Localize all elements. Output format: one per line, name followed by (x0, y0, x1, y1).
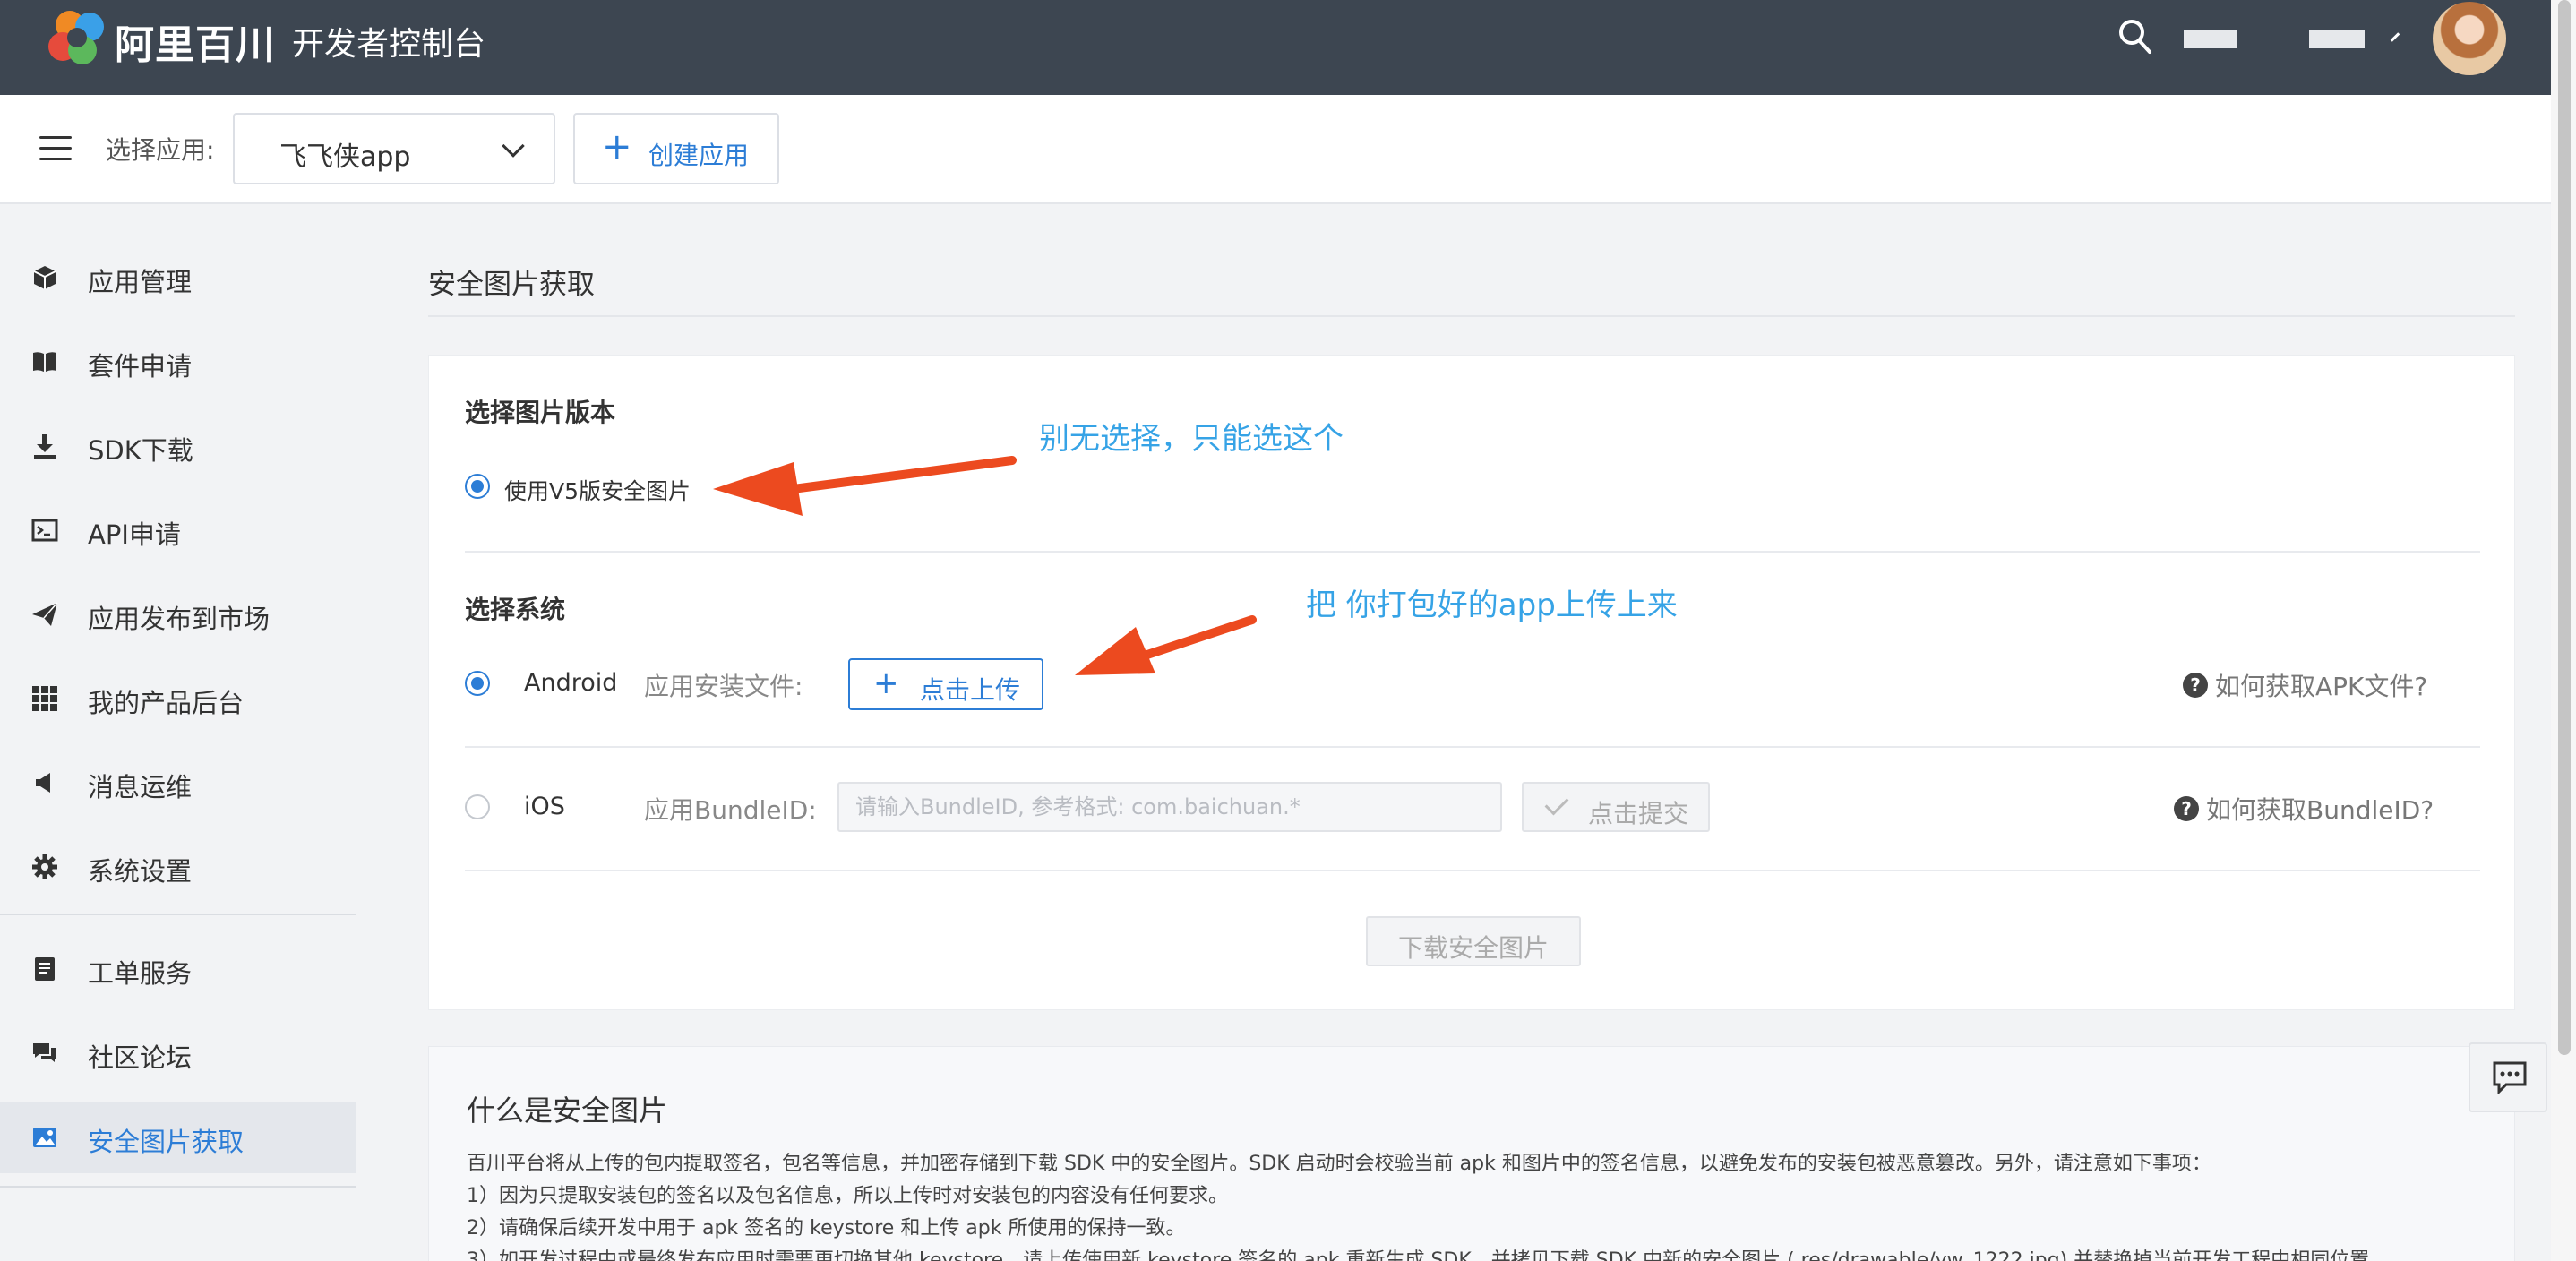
sidebar-item-label: 我的产品后台 (88, 688, 245, 718)
info-intro: 百川平台将从上传的包内提取签名，包名等信息，并加密存储到下载 SDK 中的安全图… (467, 1153, 2211, 1175)
android-file-label: 应用安装文件: (644, 672, 803, 701)
submit-bundle-button[interactable]: 点击提交 (1522, 782, 1710, 832)
sidebar-item-label: 套件申请 (88, 351, 193, 382)
bundle-id-label: 应用BundleID: (644, 795, 817, 825)
page-scrollbar[interactable] (2551, 0, 2576, 1261)
paper-plane-icon (32, 602, 58, 626)
book-icon (33, 352, 56, 372)
apk-help-link[interactable]: ? 如何获取APK文件? (2183, 667, 2427, 703)
chat-bubble-icon (2493, 1061, 2527, 1094)
sidebar-item-label: 社区论坛 (88, 1042, 193, 1073)
upload-apk-button[interactable]: + 点击上传 (848, 658, 1043, 710)
v5-version-label: 使用V5版安全图片 (504, 478, 691, 504)
scrollbar-thumb[interactable] (2558, 0, 2571, 1055)
info-item-3: 3）如开发过程中或最终发布应用时需要更切换其他 keystore，请上传使用新 … (467, 1249, 2370, 1261)
annotation-arrow-2 (1075, 615, 1257, 675)
sidebar-item-sdk-download[interactable]: SDK下载 (0, 410, 356, 482)
apk-help-text: 如何获取APK文件? (2215, 672, 2428, 701)
cube-icon (33, 266, 56, 289)
question-icon: ? (2183, 673, 2208, 698)
feedback-chat-button[interactable] (2469, 1042, 2547, 1112)
annotation-arrow-1 (713, 456, 1017, 516)
grid-icon (32, 686, 57, 711)
sidebar-item-app-management[interactable]: 应用管理 (0, 242, 356, 313)
sidebar-item-label: 系统设置 (88, 856, 193, 887)
bundle-id-input[interactable] (837, 782, 1502, 832)
search-icon[interactable] (2117, 16, 2153, 56)
document-icon (35, 957, 55, 981)
gear-icon (32, 854, 57, 879)
check-icon (1544, 791, 1569, 816)
bundle-help-text: 如何获取BundleID? (2206, 795, 2434, 825)
image-icon (33, 1128, 56, 1147)
user-name-redacted (2184, 30, 2237, 48)
info-item-1: 1）因为只提取安装包的签名以及包名信息，所以上传时对安装包的内容没有任何要求。 (467, 1185, 1228, 1207)
title-divider (428, 315, 2515, 317)
android-label: Android (524, 669, 618, 697)
chat-icon (33, 1043, 56, 1062)
selected-app-value: 飞飞侠app (279, 142, 411, 173)
sidebar-item-security-image[interactable]: 安全图片获取 (0, 1102, 356, 1173)
baichuan-logo (48, 11, 104, 64)
annotation-note-1: 别无选择，只能选这个 (1039, 421, 1344, 457)
sidebar-item-community-forum[interactable]: 社区论坛 (0, 1017, 356, 1089)
sidebar-item-label: 应用管理 (88, 267, 193, 297)
app-select-label: 选择应用: (106, 135, 215, 165)
sidebar-item-ticket-service[interactable]: 工单服务 (0, 933, 356, 1005)
create-app-button[interactable]: + 创建应用 (573, 113, 779, 184)
info-card: 什么是安全图片 百川平台将从上传的包内提取签名，包名等信息，并加密存储到下载 S… (428, 1046, 2515, 1261)
bundle-help-link[interactable]: ? 如何获取BundleID? (2174, 791, 2434, 827)
row-divider (465, 870, 2480, 871)
terminal-icon (31, 519, 58, 542)
megaphone-icon (36, 773, 50, 793)
ios-label: iOS (524, 793, 565, 820)
edit-icon[interactable] (2390, 32, 2400, 42)
create-app-label: 创建应用 (648, 141, 750, 170)
sidebar-item-label: 安全图片获取 (88, 1127, 245, 1157)
sidebar-item-system-settings[interactable]: 系统设置 (0, 831, 356, 903)
plus-icon: + (602, 126, 632, 167)
console-title: 开发者控制台 (292, 26, 486, 63)
version-section-title: 选择图片版本 (465, 398, 616, 427)
sidebar-item-suite-apply[interactable]: 套件申请 (0, 326, 356, 398)
section-divider (465, 551, 2480, 553)
row-divider (465, 746, 2480, 748)
brand-name: 阿里百川 (115, 22, 276, 68)
app-select-dropdown[interactable]: 飞飞侠app (233, 113, 555, 184)
sidebar-item-api-apply[interactable]: API申请 (0, 494, 356, 566)
sidebar-item-label: API申请 (88, 519, 181, 550)
sidebar-item-label: 应用发布到市场 (88, 604, 270, 634)
chevron-down-icon (502, 134, 525, 158)
info-title: 什么是安全图片 (467, 1094, 668, 1128)
upload-button-label: 点击上传 (920, 675, 1021, 705)
sidebar-divider (0, 1186, 356, 1188)
hamburger-menu-icon[interactable] (39, 136, 72, 161)
submit-button-label: 点击提交 (1588, 799, 1689, 828)
app-selector-bar: 选择应用: 飞飞侠app + 创建应用 (0, 95, 2551, 204)
sidebar-item-label: SDK下载 (88, 435, 193, 466)
android-radio[interactable] (465, 671, 490, 696)
ios-radio[interactable] (465, 794, 490, 819)
sidebar-item-label: 工单服务 (88, 958, 193, 989)
sidebar-divider (0, 914, 356, 915)
question-icon: ? (2174, 796, 2199, 821)
annotation-note-2: 把 你打包好的app上传上来 (1306, 588, 1678, 623)
sidebar-item-product-backend[interactable]: 我的产品后台 (0, 663, 356, 734)
v5-version-radio[interactable] (465, 474, 490, 499)
sidebar-item-label: 消息运维 (88, 772, 193, 802)
avatar[interactable] (2433, 2, 2506, 75)
account-redacted[interactable] (2309, 30, 2365, 48)
system-section-title: 选择系统 (465, 595, 566, 624)
download-security-image-button[interactable]: 下载安全图片 (1366, 916, 1581, 966)
download-icon (34, 434, 56, 459)
sidebar-item-message-ops[interactable]: 消息运维 (0, 747, 356, 819)
top-navigation-bar: 阿里百川 开发者控制台 (0, 0, 2551, 95)
info-item-2: 2）请确保后续开发中用于 apk 签名的 keystore 和上传 apk 所使… (467, 1217, 1186, 1240)
sidebar-item-publish-market[interactable]: 应用发布到市场 (0, 579, 356, 650)
download-button-label: 下载安全图片 (1398, 933, 1550, 963)
page-title: 安全图片获取 (428, 269, 595, 301)
plus-icon: + (873, 665, 899, 701)
